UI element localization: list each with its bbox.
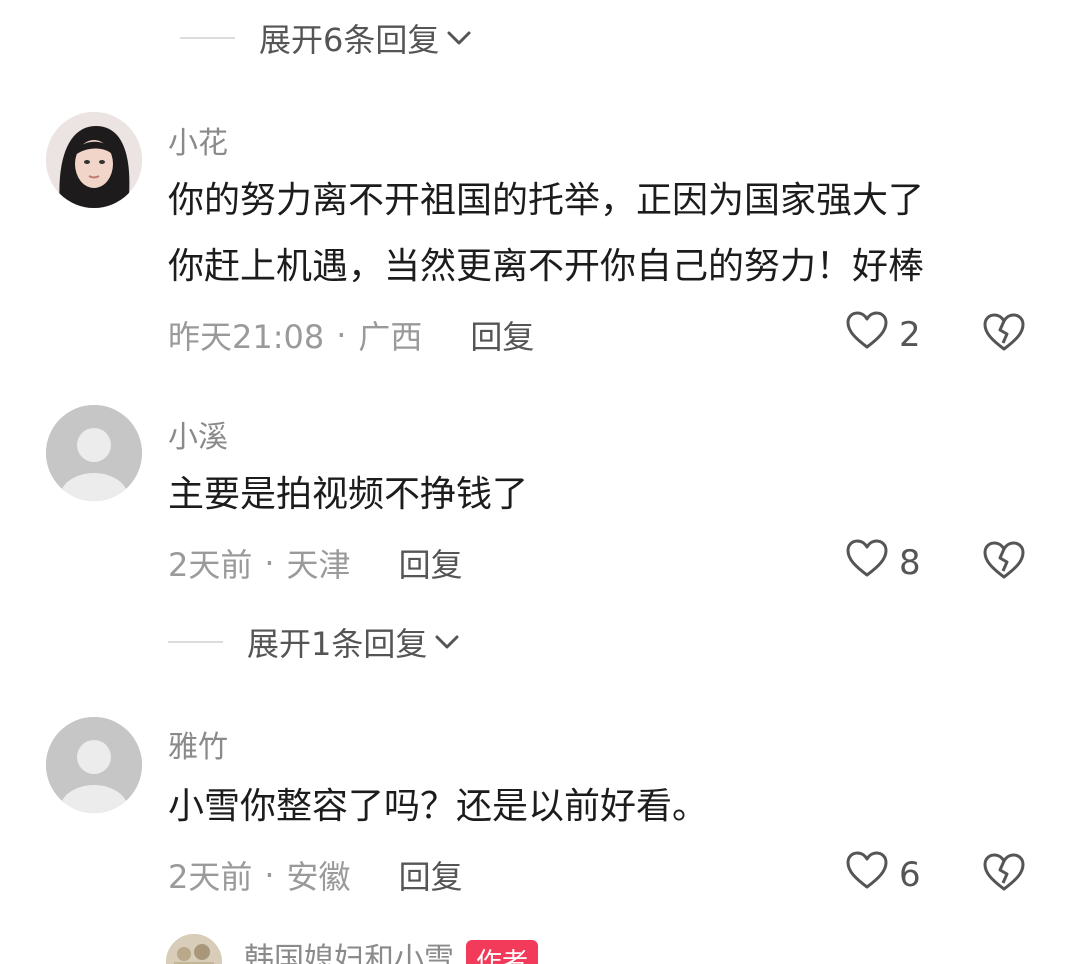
comment-time: 昨天21:08 [168, 318, 325, 356]
divider-line [180, 37, 235, 39]
expand-replies-button[interactable]: 展开1条回复 [168, 612, 461, 672]
heart-outline-icon [845, 850, 889, 899]
chevron-down-icon [445, 28, 473, 48]
dislike-button[interactable] [982, 312, 1026, 356]
like-count: 2 [899, 314, 921, 355]
reply-button[interactable]: 回复 [399, 852, 463, 898]
comment-text-line: 主要是拍视频不挣钱了 [168, 474, 529, 515]
username[interactable]: 雅竹 [168, 722, 228, 766]
expand-replies-button[interactable]: 展开6条回复 [180, 8, 473, 68]
comment-text: 主要是拍视频不挣钱了 [168, 462, 1039, 528]
comment-text-line: 你的努力离不开祖国的托举，正因为国家强大了 [168, 180, 925, 221]
like-button[interactable]: 6 [845, 850, 921, 899]
like-count: 8 [899, 542, 921, 583]
default-avatar-icon[interactable] [46, 405, 142, 501]
comment-location: 广西 [358, 318, 423, 356]
avatar[interactable] [46, 112, 142, 208]
username[interactable]: 韩国媳妇和小雪 [244, 942, 454, 964]
expand-replies-label: 展开6条回复 [259, 21, 440, 59]
comment-meta: 昨天21:08 · 广西 回复 [168, 312, 534, 358]
meta-separator: · [336, 316, 347, 354]
reply-button[interactable]: 回复 [470, 312, 534, 358]
partial-reply-item: 韩国媳妇和小雪 作者 [0, 930, 1079, 964]
like-button[interactable]: 8 [845, 538, 921, 587]
comment-text: 你的努力离不开祖国的托举，正因为国家强大了 你赶上机遇，当然更离不开你自己的努力… [168, 168, 1039, 300]
dislike-button[interactable] [982, 852, 1026, 896]
reply-button[interactable]: 回复 [399, 540, 463, 586]
username[interactable]: 小花 [168, 118, 228, 162]
broken-heart-icon [982, 853, 1026, 896]
comment-meta: 2天前 · 天津 回复 [168, 540, 463, 586]
expand-replies-label: 展开1条回复 [247, 625, 428, 663]
default-avatar-icon[interactable] [46, 717, 142, 813]
author-badge: 作者 [466, 940, 539, 964]
comment-location: 天津 [286, 546, 351, 584]
comment-text: 小雪你整容了吗？还是以前好看。 [168, 774, 1039, 840]
comment-meta: 2天前 · 安徽 回复 [168, 852, 463, 898]
comment-time: 2天前 [168, 858, 253, 896]
meta-separator: · [264, 856, 275, 894]
broken-heart-icon [982, 541, 1026, 584]
heart-outline-icon [845, 538, 889, 587]
comment-text-line: 你赶上机遇，当然更离不开你自己的努力！好棒 [168, 246, 925, 287]
meta-separator: · [264, 544, 275, 582]
chevron-down-icon [433, 632, 461, 652]
broken-heart-icon [982, 313, 1026, 356]
dislike-button[interactable] [982, 540, 1026, 584]
divider-line [168, 641, 223, 643]
comment-time: 2天前 [168, 546, 253, 584]
like-count: 6 [899, 854, 921, 895]
comment-text-line: 小雪你整容了吗？还是以前好看。 [168, 786, 709, 827]
username[interactable]: 小溪 [168, 412, 228, 456]
comment-location: 安徽 [286, 858, 351, 896]
avatar[interactable] [166, 934, 222, 964]
heart-outline-icon [845, 310, 889, 359]
like-button[interactable]: 2 [845, 310, 921, 359]
reply-username-row: 韩国媳妇和小雪 作者 [244, 934, 539, 964]
